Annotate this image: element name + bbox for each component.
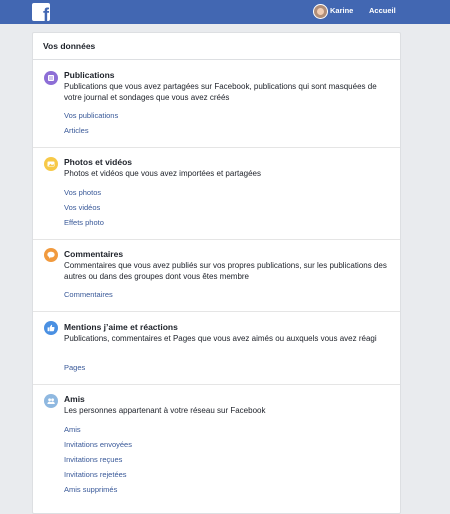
profile-link[interactable]: Karine — [330, 6, 353, 15]
section-title-comments: Commentaires — [64, 249, 124, 259]
section-description-photos-videos: Photos et vidéos que vous avez importées… — [64, 169, 262, 178]
section-description-friends: Les personnes appartenant à votre réseau… — [64, 406, 266, 415]
section-title-friends: Amis — [64, 394, 85, 404]
friends-icon — [44, 394, 58, 408]
facebook-logo[interactable]: f — [32, 3, 50, 21]
divider — [33, 59, 400, 60]
divider — [33, 147, 400, 148]
link-friends[interactable]: Amis — [64, 425, 81, 434]
link-your-videos[interactable]: Vos vidéos — [64, 203, 100, 212]
section-description-comments: Commentaires que vous avez publiés sur v… — [64, 261, 387, 281]
link-your-photos[interactable]: Vos photos — [64, 188, 101, 197]
divider — [33, 239, 400, 240]
link-photo-effects[interactable]: Effets photo — [64, 218, 104, 227]
photos-videos-icon — [44, 157, 58, 171]
link-articles[interactable]: Articles — [64, 126, 89, 135]
like-icon — [44, 321, 58, 335]
link-removed-friends[interactable]: Amis supprimés — [64, 485, 117, 494]
link-sent-requests[interactable]: Invitations envoyées — [64, 440, 132, 449]
section-description-likes-reactions: Publications, commentaires et Pages que … — [64, 334, 377, 343]
link-comments[interactable]: Commentaires — [64, 290, 113, 299]
link-pages[interactable]: Pages — [64, 363, 85, 372]
home-link[interactable]: Accueil — [369, 6, 396, 15]
divider — [33, 384, 400, 385]
facebook-logo-letter: f — [43, 5, 49, 21]
your-data-panel: Vos données Publications Publications qu… — [32, 32, 401, 514]
link-your-posts[interactable]: Vos publications — [64, 111, 118, 120]
divider — [33, 311, 400, 312]
section-title-likes-reactions: Mentions j’aime et réactions — [64, 322, 178, 332]
section-title-photos-videos: Photos et vidéos — [64, 157, 133, 167]
comments-icon — [44, 248, 58, 262]
panel-title: Vos données — [43, 41, 96, 51]
publications-icon — [44, 71, 58, 85]
section-description-publications: Publications que vous avez partagées sur… — [64, 82, 377, 102]
section-title-publications: Publications — [64, 70, 115, 80]
top-bar: f Karine Accueil — [0, 0, 450, 24]
link-received-requests[interactable]: Invitations reçues — [64, 455, 122, 464]
link-rejected-requests[interactable]: Invitations rejetées — [64, 470, 127, 479]
avatar[interactable] — [313, 4, 328, 19]
